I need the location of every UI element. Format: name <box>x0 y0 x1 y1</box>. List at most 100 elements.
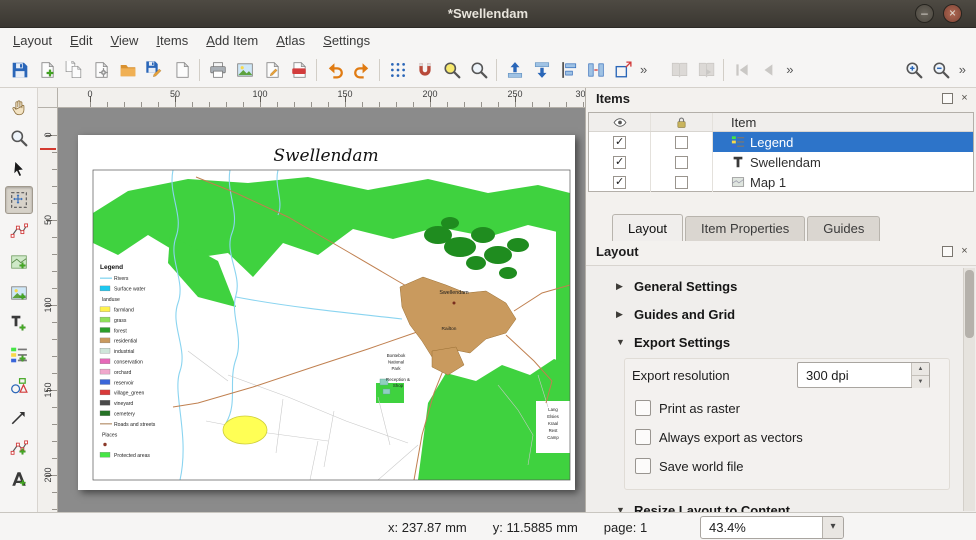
titlebar[interactable]: *Swellendam – × <box>0 0 976 28</box>
print-button[interactable] <box>204 56 231 83</box>
save-world-file-checkbox[interactable] <box>635 458 651 474</box>
legend-swatch <box>100 423 112 424</box>
new-layout-button[interactable] <box>33 56 60 83</box>
save-template-button[interactable] <box>141 56 168 83</box>
atlas-first-feature-button[interactable] <box>728 56 755 83</box>
float-panel-icon[interactable] <box>942 93 953 104</box>
menu-view[interactable]: View <box>101 30 147 51</box>
export-pdf-button[interactable] <box>285 56 312 83</box>
new-report-button[interactable] <box>168 56 195 83</box>
add-arrow-tool-button[interactable] <box>5 403 33 431</box>
zoom-tool-button[interactable] <box>5 124 33 152</box>
section-guides-and-grid[interactable]: ▶ Guides and Grid <box>616 302 735 326</box>
atlas-previous-feature-button[interactable] <box>755 56 782 83</box>
export-image-button[interactable] <box>231 56 258 83</box>
save-project-button[interactable] <box>6 56 33 83</box>
atlas-settings-button[interactable] <box>665 56 692 83</box>
menu-edit[interactable]: Edit <box>61 30 101 51</box>
lock-checkbox[interactable] <box>675 136 688 149</box>
dropdown-arrow-icon[interactable]: ▾ <box>822 517 843 538</box>
tab-item-properties[interactable]: Item Properties <box>685 216 805 241</box>
item-row-legend[interactable]: ✓ Legend <box>589 132 973 152</box>
preview-atlas-button[interactable] <box>692 56 719 83</box>
visibility-checkbox[interactable]: ✓ <box>613 156 626 169</box>
legend-swatch <box>100 380 110 385</box>
zoom-out-button[interactable] <box>928 56 955 83</box>
toolbar-overflow-icon[interactable]: » <box>636 56 651 83</box>
edit-nodes-tool-button[interactable] <box>5 217 33 245</box>
menu-layout[interactable]: Layout <box>4 30 61 51</box>
close-panel-icon[interactable]: × <box>959 93 970 104</box>
section-general-settings[interactable]: ▶ General Settings <box>616 274 737 298</box>
close-panel-icon[interactable]: × <box>959 246 970 257</box>
duplicate-layout-button[interactable] <box>60 56 87 83</box>
horizontal-ruler[interactable]: 0 50 100 150 200 250 300 <box>58 88 585 108</box>
tab-layout[interactable]: Layout <box>612 214 683 241</box>
menu-atlas[interactable]: Atlas <box>267 30 314 51</box>
redo-button[interactable] <box>348 56 375 83</box>
zoom-level-input[interactable] <box>709 519 809 536</box>
raise-items-button[interactable] <box>501 56 528 83</box>
export-svg-button[interactable] <box>258 56 285 83</box>
select-move-item-tool-button[interactable] <box>5 155 33 183</box>
layout-page[interactable]: Swellendam <box>78 135 575 490</box>
scrollbar-thumb[interactable] <box>965 270 974 338</box>
load-template-button[interactable] <box>114 56 141 83</box>
minimize-button[interactable]: – <box>915 4 934 23</box>
add-shape-tool-button[interactable] <box>5 372 33 400</box>
add-map-tool-button[interactable] <box>5 248 33 276</box>
zoom-in-button[interactable] <box>901 56 928 83</box>
visibility-checkbox[interactable]: ✓ <box>613 136 626 149</box>
align-items-button[interactable] <box>555 56 582 83</box>
zoom-full-button[interactable] <box>438 56 465 83</box>
distribute-items-button[interactable] <box>582 56 609 83</box>
add-text-tool-button[interactable] <box>5 465 33 493</box>
lock-checkbox[interactable] <box>675 176 688 189</box>
spin-up-icon[interactable]: ▲ <box>912 363 929 376</box>
float-panel-icon[interactable] <box>942 246 953 257</box>
always-export-vectors-row[interactable]: Always export as vectors <box>635 429 803 445</box>
undo-button[interactable] <box>321 56 348 83</box>
map-item[interactable]: Swellendam Railton Bontebok National Par… <box>93 170 570 480</box>
panel-scrollbar[interactable] <box>963 268 975 511</box>
toolbar-overflow-icon[interactable]: » <box>955 56 970 83</box>
section-export-settings[interactable]: ▼ Export Settings <box>616 330 730 354</box>
add-legend-tool-button[interactable] <box>5 341 33 369</box>
menu-settings[interactable]: Settings <box>314 30 379 51</box>
add-label-tool-button[interactable] <box>5 310 33 338</box>
lower-items-button[interactable] <box>528 56 555 83</box>
legend-swatch <box>100 390 110 395</box>
spin-down-icon[interactable]: ▼ <box>912 376 929 388</box>
export-resolution-spinbox[interactable]: ▲ ▼ <box>797 362 930 388</box>
lock-checkbox[interactable] <box>675 156 688 169</box>
zoom-combobox[interactable]: ▾ <box>700 516 844 539</box>
item-row-map[interactable]: ✓ Map 1 <box>589 172 973 192</box>
smart-guides-button[interactable] <box>411 56 438 83</box>
menu-items[interactable]: Items <box>147 30 197 51</box>
print-as-raster-checkbox[interactable] <box>635 400 651 416</box>
move-item-content-tool-button[interactable] <box>5 186 33 214</box>
pan-tool-button[interactable] <box>5 93 33 121</box>
visibility-checkbox[interactable]: ✓ <box>613 176 626 189</box>
layout-manager-button[interactable] <box>87 56 114 83</box>
ruler-tick-label: 250 <box>507 89 522 99</box>
map-yellow-ellipse-item[interactable] <box>223 416 267 444</box>
map-title-item[interactable]: Swellendam <box>273 146 378 166</box>
save-world-file-row[interactable]: Save world file <box>635 458 744 474</box>
zoom-actual-button[interactable] <box>465 56 492 83</box>
resize-items-button[interactable] <box>609 56 636 83</box>
menu-add-item[interactable]: Add Item <box>197 30 267 51</box>
toolbar-overflow-icon[interactable]: » <box>782 56 797 83</box>
print-as-raster-row[interactable]: Print as raster <box>635 400 740 416</box>
layout-view[interactable]: Swellendam <box>58 108 585 512</box>
item-row-label[interactable]: ✓ Swellendam <box>589 152 973 172</box>
map-label-reception: Shop <box>393 383 404 388</box>
always-export-vectors-checkbox[interactable] <box>635 429 651 445</box>
export-resolution-input[interactable] <box>806 365 898 385</box>
snap-grid-button[interactable] <box>384 56 411 83</box>
vertical-ruler[interactable]: 0 50 100 150 200 <box>38 108 58 512</box>
tab-guides[interactable]: Guides <box>807 216 880 241</box>
add-picture-tool-button[interactable] <box>5 279 33 307</box>
close-button[interactable]: × <box>943 4 962 23</box>
add-node-item-tool-button[interactable] <box>5 434 33 462</box>
